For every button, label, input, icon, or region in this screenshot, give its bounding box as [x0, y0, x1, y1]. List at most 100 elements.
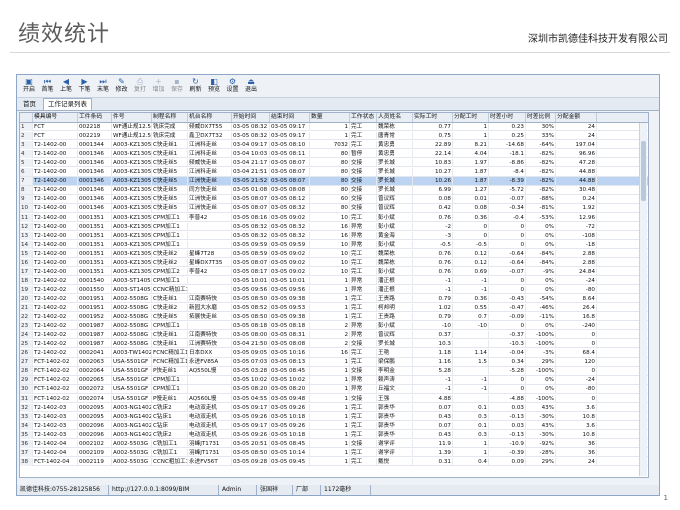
open-button[interactable]: ▣ 开启 — [20, 77, 38, 96]
table-row[interactable]: 22 T2-1402-02 0001952 A002-5508G C快走丝5 拓展快走丝 0… — [20, 313, 648, 322]
cell-work-status: 异常 — [350, 231, 377, 240]
cell-machine-name — [188, 276, 232, 285]
table-row[interactable]: 17 T2-1402-00 0001351 A003-KZ1305 CPM加工2 李普42… — [20, 267, 648, 277]
cell-hour-diff: -0.07 — [489, 195, 526, 204]
tab-work-record-list[interactable]: 工作记录列表 — [43, 98, 92, 110]
cell-quantity: 1 — [310, 367, 350, 376]
table-row[interactable]: 15 T2-1402-00 0001351 A003-KZ1305 C快走丝2 星峰7T2… — [20, 249, 648, 258]
cell-start-time: 03-05 08:18 — [232, 322, 270, 331]
settings-button[interactable]: ⚙ 设置 — [224, 77, 242, 96]
table-row[interactable]: 29 FCT-1402-02 0002065 USA-5501GF CPM加工1 03-0… — [20, 376, 648, 385]
column-header-allocated-hours[interactable]: 分配工时 — [453, 113, 489, 122]
column-header-row-number[interactable] — [20, 113, 33, 122]
table-row[interactable]: 38 FCT-1402-04 0002119 A002-5503G CCNC粗加工1 永进… — [20, 457, 648, 467]
cell-barcode: 0002119 — [78, 457, 112, 466]
table-row[interactable]: 9 T2-1402-00 0001346 A003-KZ1305 C快走丝5 江洲快走丝 0… — [20, 195, 648, 204]
exit-button[interactable]: ⏏ 退出 — [242, 77, 260, 96]
table-row[interactable]: 35 T2-1402-03 0002096 A003-NG1402 C铣床2 电动双走机 0… — [20, 430, 648, 439]
table-row[interactable]: 10 T2-1402-00 0001346 A003-KZ1305 C快走丝5 江洲快走丝… — [20, 204, 648, 213]
last-record-button[interactable]: ⏭ 末笔 — [94, 77, 112, 96]
column-header-process-name[interactable]: 制程名称 — [152, 113, 188, 122]
table-row[interactable]: 37 T2-1402-04 0002109 A002-5503G C铣加工1 羽峰JT17… — [20, 448, 648, 458]
table-row[interactable]: 3 T2-1402-00 0001344 A003-KZ1305 C快走丝1 江洲科走丝 0… — [20, 141, 648, 150]
cell-allocated-hours: 0.08 — [453, 204, 489, 213]
cell-allocated-hours — [453, 340, 489, 349]
scrollbar-thumb[interactable] — [641, 141, 646, 201]
cell-barcode: 0002102 — [78, 439, 112, 448]
column-header-part-number[interactable]: 件号 — [112, 113, 152, 122]
prev-record-button[interactable]: ◀ 上笔 — [57, 77, 75, 96]
first-record-button[interactable]: ⏮ 首笔 — [39, 77, 57, 96]
table-row[interactable]: 32 T2-1402-03 0002095 A003-NG1402 C铣床2 电动双走机 0… — [20, 403, 648, 412]
vertical-scrollbar[interactable] — [639, 123, 647, 476]
table-row[interactable]: 21 T2-1402-02 0001951 A002-5508G C快走丝2 新园大水磨 0… — [20, 304, 648, 313]
column-header-machine-name[interactable]: 机台名称 — [188, 113, 232, 122]
table-row[interactable]: 4 T2-1402-00 0001346 A003-KZ1305 C快走丝1 江洲科走丝 0… — [20, 150, 648, 159]
table-row[interactable]: 11 T2-1402-00 0001351 A003-KZ1305 CPM加工1 李普42… — [20, 213, 648, 222]
table-row[interactable]: 8 T2-1402-00 0001346 A003-KZ1305 C快走丝5 同方快走丝 0… — [20, 186, 648, 195]
table-row[interactable]: 27 FCT-1402-02 0002063 USA-5501GF FCNC精加工1 永进… — [20, 358, 648, 367]
table-row[interactable]: 31 FCT-1402-02 0002074 USA-5501GF P慢走丝1 AQ560… — [20, 394, 648, 403]
save-button[interactable]: ▪ 保存 — [168, 77, 186, 96]
cell-end-time: 03-05 08:12 — [270, 195, 310, 204]
table-row[interactable]: 1 FCT 002218 WF通止规12.5 铣床完成 频威DX7T55 03-05 08:… — [20, 123, 648, 132]
table-row[interactable]: 13 T2-1402-00 0001351 A003-KZ1305 CPM加工1 03-0… — [20, 231, 648, 240]
add-icon: + — [155, 77, 162, 86]
column-header-diff-ratio[interactable]: 时差比例 — [526, 113, 556, 122]
column-header-work-status[interactable]: 工作状态 — [350, 113, 377, 122]
cell-row-number: 38 — [20, 457, 33, 466]
table-row[interactable]: 33 T2-1402-03 0002095 A003-NG1402 C钻床1 电动双走机 0… — [20, 412, 648, 421]
table-row[interactable]: 7 T2-1402-00 0001346 A003-KZ1305 C快走丝5 江洲快走丝 0… — [20, 177, 648, 186]
column-header-allocated-amount[interactable]: 分配金额 — [556, 113, 597, 122]
table-row[interactable]: 24 T2-1402-02 0001987 A002-5508G C快走丝1 江南赛特快 0… — [20, 331, 648, 340]
cell-process-name: C快走丝1 — [152, 331, 188, 340]
cell-machine-name: 电动双走机 — [188, 421, 232, 430]
column-header-staff-name[interactable]: 人员姓名 — [377, 113, 413, 122]
add-button[interactable]: + 增加 — [150, 77, 168, 96]
cell-staff-name: 曾议辉 — [377, 204, 413, 213]
next-record-button[interactable]: ▶ 下笔 — [76, 77, 94, 96]
cell-part-number: A003-NG1402 — [113, 412, 152, 421]
table-row[interactable]: 5 T2-1402-00 0001346 A003-KZ1305 C快走丝5 频威快走丝 0… — [20, 159, 648, 168]
cell-machine-name: 新园大水磨 — [188, 304, 232, 312]
edit-button[interactable]: ✎ 修改 — [113, 77, 131, 96]
cell-process-name: CPM加工1 — [152, 222, 188, 231]
cell-allocated-hours: 4.04 — [453, 150, 489, 159]
table-row[interactable]: 26 T2-1402-02 0002041 A003-TW1402 FCNC精加工1 日本… — [20, 349, 648, 358]
column-header-mold-number[interactable]: 模具编号 — [33, 113, 78, 122]
table-row[interactable]: 28 FCT-1402-02 0002064 USA-5501GF P快走丝1 AQ550… — [20, 367, 648, 376]
table-row[interactable]: 6 T2-1402-00 0001346 A003-KZ1305 C快走丝5 江洲科走丝 0… — [20, 168, 648, 177]
table-row[interactable]: 14 T2-1402-00 0001351 A003-KZ1305 CPM加工1 03-0… — [20, 240, 648, 249]
table-row[interactable]: 30 FCT-1402-02 0002072 USA-5501GF CPM加工1 03-0… — [20, 385, 648, 394]
cell-end-time: 03-05 09:02 — [270, 213, 310, 222]
column-header-barcode[interactable]: 工件条码 — [78, 113, 112, 122]
preview-button[interactable]: ◧ 预览 — [205, 77, 223, 96]
reprint-button[interactable]: ⎙ 复打 — [131, 77, 149, 96]
column-header-actual-hours[interactable]: 实际工时 — [413, 113, 453, 122]
toolbar-button-label: 修改 — [115, 86, 128, 93]
cell-quantity: 1 — [310, 132, 350, 141]
cell-actual-hours: 10.26 — [413, 177, 453, 186]
tab-home[interactable]: 首页 — [19, 99, 40, 110]
table-row[interactable]: 20 T2-1402-02 0001951 A002-5508G C快走丝1 江南赛特快 0… — [20, 294, 648, 304]
table-row[interactable]: 18 T2-1402-02 0001540 A003-ST1405 CPM加工1 03-0… — [20, 276, 648, 286]
table-row[interactable]: 16 T2-1402-00 0001351 A003-KZ1305 C快走丝2 星峰DX7… — [20, 258, 648, 268]
table-row[interactable]: 36 T2-1402-04 0002102 A002-5503G C铣加工1 羽峰JT17… — [20, 439, 648, 449]
work-record-grid: 模具编号 工件条码 件号 制程名称 机台名称 开始时间 结束时间 数量 工作状态 人员姓名 实际工时… — [19, 112, 649, 478]
table-row[interactable]: 34 T2-1402-03 0002096 A003-NG1402 C钻床 电动双走机 03… — [20, 421, 648, 430]
cell-barcode: 0002096 — [78, 430, 112, 439]
cell-work-status: 交接 — [350, 394, 377, 403]
table-row[interactable]: 2 FCT 002219 WF通止规12.5 铣床完成 鑫卫DX7T32 03-05 08:… — [20, 132, 648, 141]
column-header-start-time[interactable]: 开始时间 — [232, 113, 270, 122]
column-header-hour-diff[interactable]: 时差小时 — [489, 113, 526, 122]
column-header-end-time[interactable]: 结束时间 — [270, 113, 310, 122]
cell-diff-ratio: -100% — [526, 340, 556, 349]
table-row[interactable]: 23 T2-1402-02 0001987 A002-5508G CPM加工1 03-05… — [20, 322, 648, 331]
cell-mold-number: T2-1402-04 — [33, 439, 78, 448]
table-row[interactable]: 12 T2-1402-00 0001351 A003-KZ1305 CPM加工1 03-0… — [20, 222, 648, 231]
column-header-quantity[interactable]: 数量 — [310, 113, 350, 122]
refresh-button[interactable]: ↻ 刷新 — [187, 77, 205, 96]
cell-staff-name: 郭贵华 — [377, 403, 413, 412]
table-row[interactable]: 19 T2-1402-02 0001550 A003-ST1405 CCNC精加工1 03… — [20, 285, 648, 295]
table-row[interactable]: 25 T2-1402-02 0001987 A002-5508G C快走丝1 江洲赛特快 0… — [20, 340, 648, 349]
